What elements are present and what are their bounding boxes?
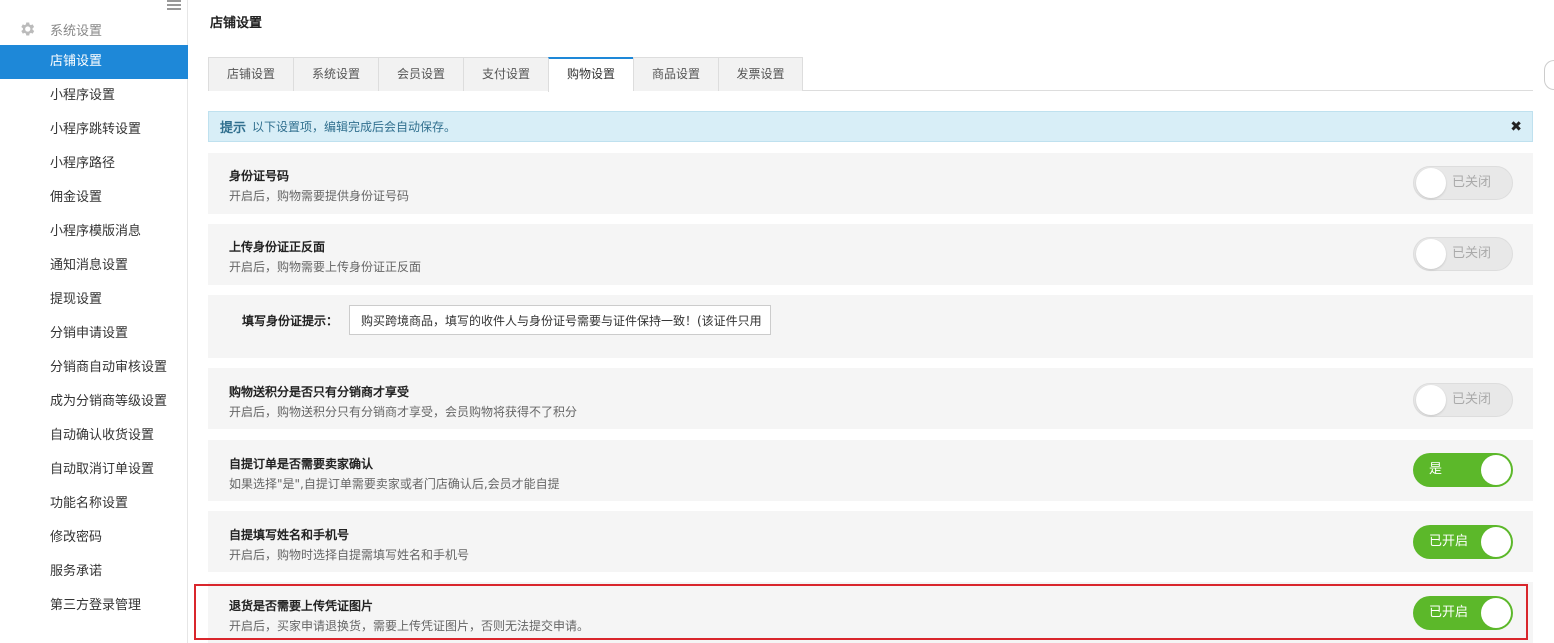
setting-desc: 如果选择"是",自提订单需要卖家或者门店确认后,会员才能自提 (229, 477, 560, 491)
toggle-switch[interactable]: 是 (1413, 453, 1513, 487)
tab-payment[interactable]: 支付设置 (463, 57, 548, 91)
tab-member[interactable]: 会员设置 (378, 57, 463, 91)
toggle-switch[interactable]: 已关闭 (1413, 166, 1513, 200)
sidebar-item-auto-cancel-order[interactable]: 自动取消订单设置 (0, 453, 188, 487)
tip-banner: 提示 以下设置项，编辑完成后会自动保存。 ✖ (208, 111, 1533, 142)
tab-shop[interactable]: 店铺设置 (208, 57, 293, 91)
toggle-knob (1416, 239, 1446, 269)
side-scroll-handle[interactable] (1544, 60, 1554, 90)
toggle-label: 已关闭 (1452, 392, 1492, 407)
toggle-switch[interactable]: 已开启 (1413, 525, 1513, 559)
setting-title: 自提填写姓名和手机号 (229, 528, 350, 542)
sidebar-item-change-password[interactable]: 修改密码 (0, 521, 188, 555)
tip-text: 以下设置项，编辑完成后会自动保存。 (252, 120, 457, 134)
sidebar-item-feature-names[interactable]: 功能名称设置 (0, 487, 188, 521)
toggle-knob (1416, 168, 1446, 198)
close-icon[interactable]: ✖ (1510, 119, 1522, 135)
setting-desc: 开启后，购物送积分只有分销商才享受，会员购物将获得不了积分 (229, 405, 578, 419)
sidebar-item-auto-confirm-receipt[interactable]: 自动确认收货设置 (0, 419, 188, 453)
setting-desc: 开启后，购物需要提供身份证号码 (229, 189, 410, 203)
sidebar-item-distributor-auto-review[interactable]: 分销商自动审核设置 (0, 351, 188, 385)
tab-shopping[interactable]: 购物设置 (548, 57, 633, 92)
setting-row-id-upload: 上传身份证正反面 开启后，购物需要上传身份证正反面 已关闭 (208, 224, 1533, 285)
setting-desc: 开启后，购物需要上传身份证正反面 (229, 260, 422, 274)
sidebar-item-distributor-level[interactable]: 成为分销商等级设置 (0, 385, 188, 419)
sidebar-item-service-promise[interactable]: 服务承诺 (0, 555, 188, 589)
setting-desc: 开启后，买家申请退换货，需要上传凭证图片，否则无法提交申请。 (229, 619, 590, 633)
setting-row-pickup-info: 自提填写姓名和手机号 开启后，购物时选择自提需填写姓名和手机号 已开启 (208, 511, 1533, 572)
tab-invoice[interactable]: 发票设置 (718, 57, 803, 91)
sidebar-item-miniprogram-settings[interactable]: 小程序设置 (0, 79, 188, 113)
toggle-switch[interactable]: 已开启 (1413, 596, 1513, 630)
setting-desc: 开启后，购物时选择自提需填写姓名和手机号 (229, 548, 470, 562)
toggle-knob (1481, 455, 1511, 485)
tab-product[interactable]: 商品设置 (633, 57, 718, 91)
menu-toggle-icon[interactable] (167, 0, 181, 10)
sidebar-item-third-party-login[interactable]: 第三方登录管理 (0, 589, 188, 623)
setting-title: 购物送积分是否只有分销商才享受 (229, 385, 410, 399)
setting-row-points: 购物送积分是否只有分销商才享受 开启后，购物送积分只有分销商才享受，会员购物将获… (208, 368, 1533, 429)
toggle-label: 是 (1429, 462, 1443, 477)
id-hint-input[interactable] (349, 305, 771, 335)
toggle-knob (1481, 598, 1511, 628)
setting-row-pickup-confirm: 自提订单是否需要卖家确认 如果选择"是",自提订单需要卖家或者门店确认后,会员才… (208, 440, 1533, 501)
toggle-knob (1481, 527, 1511, 557)
sidebar-item-miniprogram-jump[interactable]: 小程序跳转设置 (0, 113, 188, 147)
sidebar-header: 系统设置 (18, 18, 102, 40)
setting-title: 退货是否需要上传凭证图片 (229, 599, 374, 613)
setting-row-id-hint: 填写身份证提示： (208, 295, 1533, 358)
sidebar-item-shop-settings[interactable]: 店铺设置 (0, 45, 188, 79)
toggle-label: 已开启 (1429, 605, 1469, 620)
sidebar: 系统设置 店铺设置 小程序设置 小程序跳转设置 小程序路径 佣金设置 小程序模版… (0, 0, 188, 643)
sidebar-item-commission[interactable]: 佣金设置 (0, 181, 188, 215)
setting-title: 自提订单是否需要卖家确认 (229, 457, 374, 471)
sidebar-header-label: 系统设置 (50, 23, 103, 39)
sidebar-item-miniprogram-path[interactable]: 小程序路径 (0, 147, 188, 181)
sidebar-item-template-message[interactable]: 小程序模版消息 (0, 215, 188, 249)
tip-label: 提示 (220, 121, 247, 136)
toggle-label: 已关闭 (1452, 246, 1492, 261)
sidebar-item-distribution-apply[interactable]: 分销申请设置 (0, 317, 188, 351)
toggle-knob (1416, 385, 1446, 415)
setting-row-id-number: 身份证号码 开启后，购物需要提供身份证号码 已关闭 (208, 153, 1533, 214)
setting-title: 上传身份证正反面 (229, 240, 326, 254)
toggle-switch[interactable]: 已关闭 (1413, 383, 1513, 417)
toggle-label: 已关闭 (1452, 175, 1492, 190)
main-content: 店铺设置 店铺设置 系统设置 会员设置 支付设置 购物设置 商品设置 发票设置 … (194, 0, 1534, 643)
settings-tabs: 店铺设置 系统设置 会员设置 支付设置 购物设置 商品设置 发票设置 (208, 57, 1533, 92)
gear-icon (21, 22, 35, 36)
tab-system[interactable]: 系统设置 (293, 57, 378, 91)
setting-title: 身份证号码 (229, 169, 290, 183)
page-title: 店铺设置 (210, 16, 263, 31)
sidebar-nav: 店铺设置 小程序设置 小程序跳转设置 小程序路径 佣金设置 小程序模版消息 通知… (0, 45, 188, 623)
setting-row-return-photo: 退货是否需要上传凭证图片 开启后，买家申请退换货，需要上传凭证图片，否则无法提交… (208, 582, 1533, 643)
toggle-label: 已开启 (1429, 534, 1469, 549)
toggle-switch[interactable]: 已关闭 (1413, 237, 1513, 271)
sidebar-item-withdraw[interactable]: 提现设置 (0, 283, 188, 317)
id-hint-label: 填写身份证提示： (242, 314, 339, 328)
sidebar-item-notifications[interactable]: 通知消息设置 (0, 249, 188, 283)
